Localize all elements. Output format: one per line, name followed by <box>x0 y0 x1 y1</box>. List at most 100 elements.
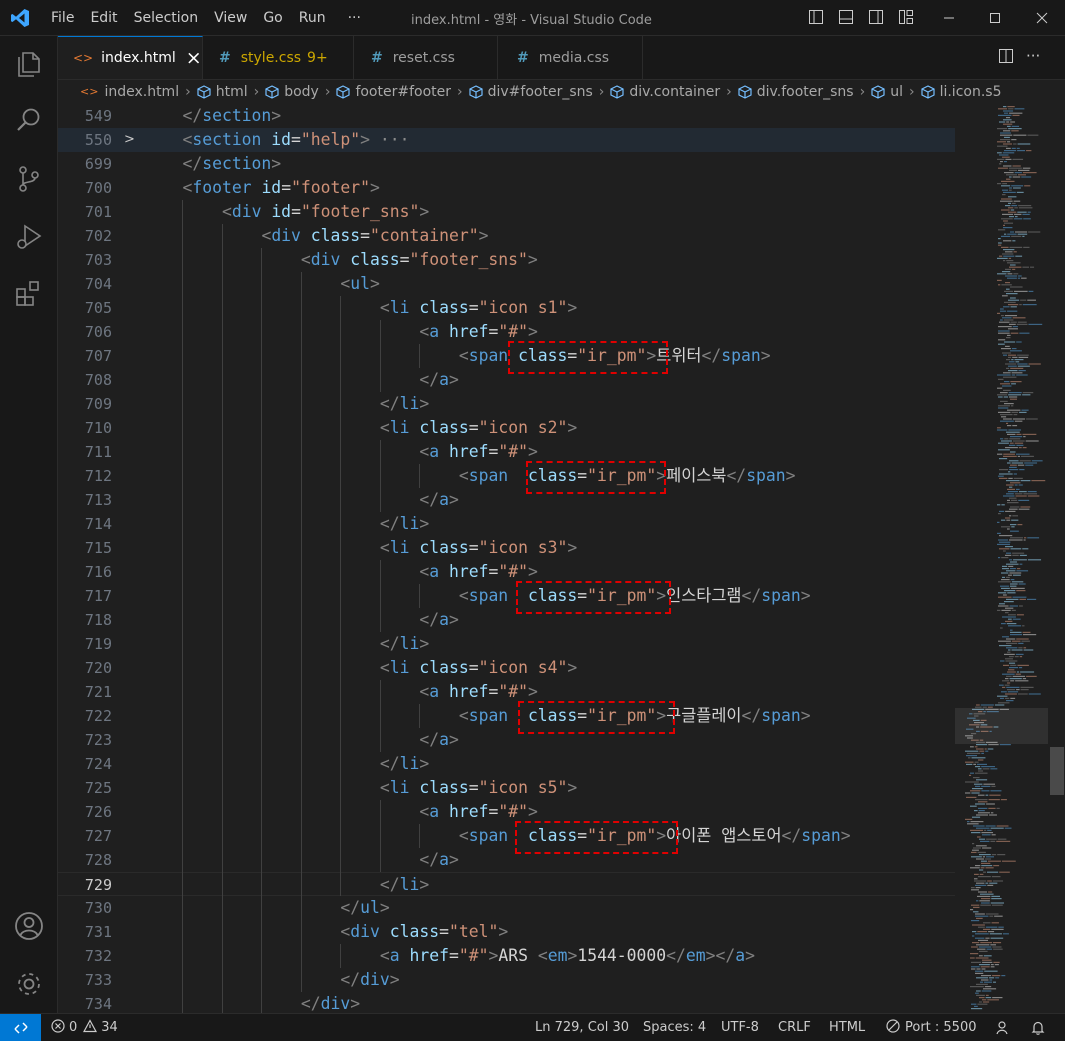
breadcrumb-item[interactable]: div.footer_sns <box>738 84 854 100</box>
more-actions-icon[interactable]: ··· <box>1026 47 1040 65</box>
code-line[interactable]: 713 </a> <box>58 488 955 512</box>
extensions-icon[interactable] <box>13 278 45 310</box>
menu-go[interactable]: Go <box>263 10 282 26</box>
code-line[interactable]: 727 <span class="ir_pm">아이폰 앱스토어</span> <box>58 824 955 848</box>
code-line[interactable]: 549 </section> <box>58 104 955 128</box>
code-line[interactable]: 724 </li> <box>58 752 955 776</box>
toggle-primary-sidebar-icon[interactable] <box>808 9 824 29</box>
code-line[interactable]: 725 <li class="icon s5"> <box>58 776 955 800</box>
menu-edit[interactable]: Edit <box>90 10 117 26</box>
code-line[interactable]: 705 <li class="icon s1"> <box>58 296 955 320</box>
code-line[interactable]: 707 <span class="ir_pm">트위터</span> <box>58 344 955 368</box>
menu-file[interactable]: File <box>51 10 74 26</box>
toggle-secondary-sidebar-icon[interactable] <box>868 9 884 29</box>
breadcrumb-item[interactable]: html <box>197 84 248 100</box>
breadcrumb-item[interactable]: li.icon.s5 <box>920 84 1001 100</box>
minimap[interactable] <box>955 104 1048 1013</box>
code-line[interactable]: 721 <a href="#"> <box>58 680 955 704</box>
code-line[interactable]: 714 </li> <box>58 512 955 536</box>
code-line[interactable]: 732 <a href="#">ARS <em>1544-0000</em></a… <box>58 944 955 968</box>
code-line[interactable]: 722 <span class="ir_pm">구글플레이</span> <box>58 704 955 728</box>
code-line[interactable]: 733 </div> <box>58 968 955 992</box>
code-line[interactable]: 726 <a href="#"> <box>58 800 955 824</box>
indentation[interactable]: Spaces: 4 <box>643 1014 706 1041</box>
minimap-mark <box>1004 381 1010 383</box>
tab-close-icon[interactable]: × <box>186 47 202 69</box>
code-line[interactable]: 731 <div class="tel"> <box>58 920 955 944</box>
tab-media-css[interactable]: # media.css <box>498 36 643 79</box>
code-line[interactable]: 701 <div id="footer_sns"> <box>58 200 955 224</box>
code-line[interactable]: 712 <span class="ir_pm">페이스북</span> <box>58 464 955 488</box>
code-line[interactable]: 710 <li class="icon s2"> <box>58 416 955 440</box>
toggle-panel-icon[interactable] <box>838 9 854 29</box>
encoding[interactable]: UTF-8 <box>721 1014 759 1041</box>
minimize-button[interactable] <box>926 0 972 35</box>
port-icon <box>886 1018 900 1037</box>
menu-selection[interactable]: Selection <box>134 10 199 26</box>
accounts-icon[interactable] <box>13 910 45 942</box>
minimap-viewport[interactable] <box>955 708 1048 744</box>
remote-indicator-icon[interactable] <box>0 1014 41 1041</box>
scrollbar-thumb[interactable] <box>1050 747 1064 795</box>
problems-indicator[interactable]: 0 34 <box>51 1014 118 1041</box>
close-window-button[interactable] <box>1019 0 1065 35</box>
code-line[interactable]: 550 > <section id="help"> ··· <box>58 128 955 152</box>
editor-scrollbar[interactable] <box>1048 104 1065 1013</box>
code-line[interactable]: 730 </ul> <box>58 896 955 920</box>
code-line[interactable]: 703 <div class="footer_sns"> <box>58 248 955 272</box>
code-line[interactable]: 711 <a href="#"> <box>58 440 955 464</box>
breadcrumb-item[interactable]: body <box>265 84 319 100</box>
tab-style-css[interactable]: # style.css 9+ <box>203 36 354 79</box>
code-line[interactable]: 708 </a> <box>58 368 955 392</box>
code-line[interactable]: 715 <li class="icon s3"> <box>58 536 955 560</box>
feedback-icon[interactable] <box>995 1014 1011 1041</box>
code-line[interactable]: 729 </li> <box>58 872 955 896</box>
code-line[interactable]: 702 <div class="container"> <box>58 224 955 248</box>
split-editor-icon[interactable] <box>998 48 1014 68</box>
code-line[interactable]: 734 </div> <box>58 992 955 1013</box>
code-line[interactable]: 700 <footer id="footer"> <box>58 176 955 200</box>
end-of-line[interactable]: CRLF <box>778 1014 811 1041</box>
menu-more[interactable]: ··· <box>348 10 361 26</box>
tab-index-html[interactable]: <> index.html × <box>58 36 203 79</box>
breadcrumb-item[interactable]: ul <box>871 84 903 100</box>
breadcrumb-item[interactable]: <> index.html <box>80 84 179 100</box>
code-line[interactable]: 718 </a> <box>58 608 955 632</box>
code-line[interactable]: 716 <a href="#"> <box>58 560 955 584</box>
breadcrumb-item[interactable]: footer#footer <box>336 84 451 100</box>
code-line[interactable]: 720 <li class="icon s4"> <box>58 656 955 680</box>
explorer-icon[interactable] <box>13 48 45 80</box>
code-line[interactable]: 709 </li> <box>58 392 955 416</box>
menu-run[interactable]: Run <box>299 10 326 26</box>
minimap-mark <box>1006 576 1010 578</box>
code-line[interactable]: 699 </section> <box>58 152 955 176</box>
cursor-position[interactable]: Ln 729, Col 30 <box>535 1014 629 1041</box>
code-line[interactable]: 706 <a href="#"> <box>58 320 955 344</box>
code-text: <li class="icon s1"> <box>380 296 577 320</box>
live-server-port[interactable]: Port : 5500 <box>886 1014 977 1041</box>
search-icon[interactable] <box>13 105 45 137</box>
code-line[interactable]: 717 <span class="ir_pm">인스타그램</span> <box>58 584 955 608</box>
minimap-mark <box>1003 319 1014 321</box>
code-editor[interactable]: 549 </section> 550 > <section id="help"> ···… <box>58 104 955 1013</box>
maximize-button[interactable] <box>972 0 1018 35</box>
notifications-bell-icon[interactable] <box>1030 1014 1046 1041</box>
settings-gear-icon[interactable] <box>13 968 45 1000</box>
code-line[interactable]: 728 </a> <box>58 848 955 872</box>
tab-reset-css[interactable]: # reset.css <box>354 36 498 79</box>
code-line[interactable]: 719 </li> <box>58 632 955 656</box>
minimap-mark <box>1015 453 1030 455</box>
breadcrumb-item[interactable]: div#footer_sns <box>469 84 593 100</box>
minimap-mark <box>1006 121 1010 123</box>
menu-view[interactable]: View <box>214 10 247 26</box>
code-line[interactable]: 723 </a> <box>58 728 955 752</box>
fold-chevron-icon[interactable]: > <box>124 128 135 152</box>
breadcrumb-item[interactable]: div.container <box>610 84 720 100</box>
minimap-mark <box>1017 169 1030 171</box>
code-line[interactable]: 704 <ul> <box>58 272 955 296</box>
source-control-icon[interactable] <box>13 163 45 195</box>
customize-layout-icon[interactable] <box>898 9 914 29</box>
language-mode[interactable]: HTML <box>829 1014 865 1041</box>
run-debug-icon[interactable] <box>13 221 45 253</box>
